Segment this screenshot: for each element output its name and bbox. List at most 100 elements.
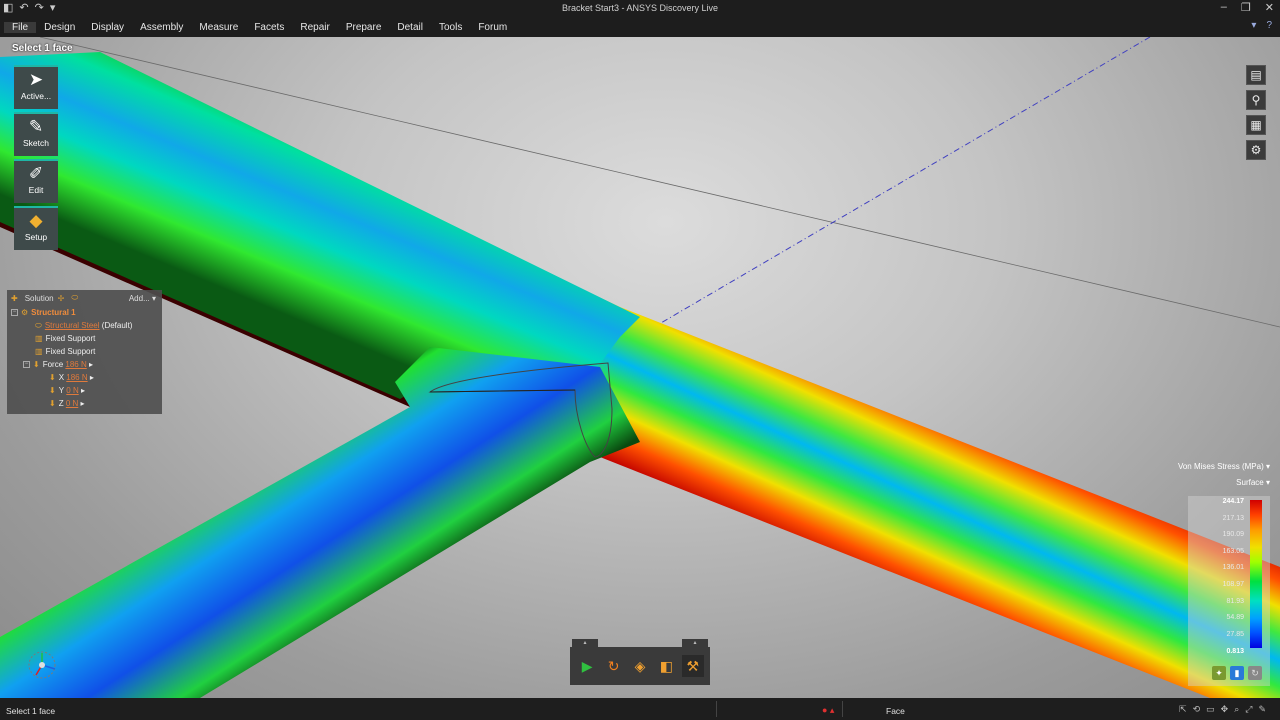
3d-viewport[interactable]: Select 1 face ➤ Active... ✎ Sketch ✐ Edi… [0, 37, 1280, 698]
tree-item-force[interactable]: − ⬇ Force 186 N ▸ [7, 358, 162, 371]
material-icon[interactable]: ⬭ [71, 293, 78, 303]
error-indicator-icon[interactable]: ● ▴ [822, 705, 834, 716]
status-divider [842, 701, 843, 717]
fidelity-cube-icon[interactable]: ◈ [629, 655, 651, 677]
component-value[interactable]: 186 N [66, 373, 87, 382]
axis-label: Y [58, 386, 65, 395]
legend-max[interactable]: 244.17 [1223, 498, 1244, 505]
active-tool-button[interactable]: ➤ Active... [14, 65, 58, 109]
zoom-icon[interactable]: ⌕ [1234, 704, 1239, 715]
tree-item-fixed-support[interactable]: ▥ Fixed Support [7, 345, 162, 358]
expand-arrow-icon[interactable]: ▸ [90, 373, 94, 382]
probe-tool-icon[interactable]: ⚒ [681, 655, 704, 677]
force-arrow-icon: ⬇ [33, 360, 40, 369]
tree-item-fixed-support[interactable]: ▥ Fixed Support [7, 332, 162, 345]
display-mode-label: Surface [1236, 478, 1264, 487]
menu-repair[interactable]: Repair [292, 22, 337, 33]
menu-detail[interactable]: Detail [389, 22, 431, 33]
sketch-tool-button[interactable]: ✎ Sketch [14, 112, 58, 156]
gear-icon: ⚙ [21, 308, 29, 317]
stress-result-model[interactable] [0, 37, 1280, 698]
study-name: Structural 1 [31, 308, 76, 317]
window-controls: – ❐ ✕ [1221, 1, 1274, 14]
selection-filter-icon[interactable]: ⚲ [1246, 90, 1266, 110]
tree-item-force-y[interactable]: ⬇ Y 0 N ▸ [7, 384, 162, 397]
setup-tool-button[interactable]: ◆ Setup [14, 206, 58, 250]
help-icon[interactable]: ? [1266, 20, 1272, 31]
expand-arrow-icon[interactable]: ▸ [89, 360, 93, 369]
fixed-support-icon: ▥ [35, 347, 43, 356]
menu-assembly[interactable]: Assembly [132, 22, 191, 33]
expand-arrow-icon[interactable]: ▸ [81, 399, 85, 408]
legend-tick: 190.09 [1222, 531, 1244, 538]
tree-item-study[interactable]: − ⚙ Structural 1 [7, 306, 162, 319]
menu-measure[interactable]: Measure [191, 22, 246, 33]
material-icon: ⬭ [35, 320, 42, 330]
menu-file[interactable]: File [4, 21, 37, 33]
edit-brush-icon: ✐ [28, 164, 44, 183]
component-value[interactable]: 0 N [66, 399, 78, 408]
add-menu[interactable]: Add... ▾ [129, 294, 156, 303]
expand-arrow-icon[interactable]: ▸ [81, 386, 85, 395]
menu-display[interactable]: Display [83, 22, 132, 33]
material-suffix: (Default) [101, 321, 133, 330]
menu-design[interactable]: Design [36, 22, 83, 33]
window-title: Bracket Start3 - ANSYS Discovery Live [561, 3, 719, 13]
collapse-icon[interactable]: − [11, 309, 18, 316]
legend-tick: 27.85 [1226, 631, 1244, 638]
select-pointer-icon[interactable]: ⇱ [1179, 704, 1187, 715]
display-options-icon[interactable]: ◧ [655, 655, 677, 677]
pen-icon[interactable]: ✎ [1258, 704, 1266, 715]
solution-label[interactable]: Solution [25, 294, 54, 303]
play-icon[interactable]: ▶ [576, 655, 598, 677]
tree-item-material[interactable]: ⬭ Structural Steel (Default) [7, 319, 162, 332]
view-layout-icon[interactable]: ▦ [1246, 115, 1266, 135]
probe-icon[interactable]: ✦ [1212, 666, 1226, 680]
component-value[interactable]: 0 N [66, 386, 78, 395]
status-bar: Select 1 face ● ▴ Face ⇱ ⟲ ▭ ✥ ⌕ ⤢ ✎ [0, 698, 1280, 720]
force-arrow-icon: ⬇ [49, 373, 56, 382]
tree-item-force-z[interactable]: ⬇ Z 0 N ▸ [7, 397, 162, 410]
edit-tool-button[interactable]: ✐ Edit [14, 159, 58, 203]
solution-settings-icon[interactable]: ✢ [58, 294, 65, 303]
selection-prompt: Select 1 face [12, 43, 73, 54]
minimize-icon[interactable]: – [1221, 1, 1227, 14]
menu-facets[interactable]: Facets [246, 22, 292, 33]
menu-tools[interactable]: Tools [431, 22, 470, 33]
close-icon[interactable]: ✕ [1265, 1, 1274, 14]
tree-item-force-x[interactable]: ⬇ X 186 N ▸ [7, 371, 162, 384]
axis-triad-icon[interactable] [28, 649, 58, 679]
structure-tree-icon[interactable]: ▤ [1246, 65, 1266, 85]
legend-tick: 108.97 [1222, 581, 1244, 588]
pencil-icon: ✎ [28, 117, 44, 136]
status-tools: ⇱ ⟲ ▭ ✥ ⌕ ⤢ ✎ [1179, 704, 1266, 715]
restart-icon[interactable]: ↻ [603, 655, 625, 677]
restore-icon[interactable]: ❐ [1241, 1, 1251, 14]
box-select-icon[interactable]: ▭ [1206, 704, 1215, 715]
material-name[interactable]: Structural Steel [45, 321, 100, 330]
reset-range-icon[interactable]: ↻ [1248, 666, 1262, 680]
legend-tick: 54.89 [1226, 614, 1244, 621]
fit-view-icon[interactable]: ⤢ [1245, 704, 1252, 715]
menu-prepare[interactable]: Prepare [338, 22, 390, 33]
settings-gear-icon[interactable]: ⚙ [1246, 140, 1266, 160]
menu-forum[interactable]: Forum [470, 22, 515, 33]
result-quantity-dropdown[interactable]: Von Mises Stress (MPa) ▾ [1178, 462, 1270, 471]
rotate-view-icon[interactable]: ⟲ [1193, 704, 1201, 715]
force-arrow-icon: ⬇ [49, 399, 56, 408]
legend-min[interactable]: 0.813 [1226, 648, 1244, 655]
force-value[interactable]: 186 N [65, 360, 86, 369]
collapse-icon[interactable]: − [23, 361, 30, 368]
solution-plus-icon: ✚ [11, 293, 18, 303]
tool-label: Setup [24, 232, 48, 242]
ribbon-collapse-icon[interactable]: ▾ [1251, 20, 1256, 31]
pan-icon[interactable]: ✥ [1221, 704, 1229, 715]
selection-mode[interactable]: Face [886, 706, 905, 716]
arrow-cursor-icon: ➤ [28, 70, 44, 89]
expand-tab-icon[interactable]: ▴ [572, 639, 598, 647]
legend-tick: 81.93 [1226, 598, 1244, 605]
legend-bar-icon[interactable]: ▮ [1230, 666, 1244, 680]
force-arrow-icon: ⬇ [49, 386, 56, 395]
display-mode-dropdown[interactable]: Surface ▾ [1236, 478, 1270, 487]
expand-tab-icon[interactable]: ▴ [682, 639, 708, 647]
